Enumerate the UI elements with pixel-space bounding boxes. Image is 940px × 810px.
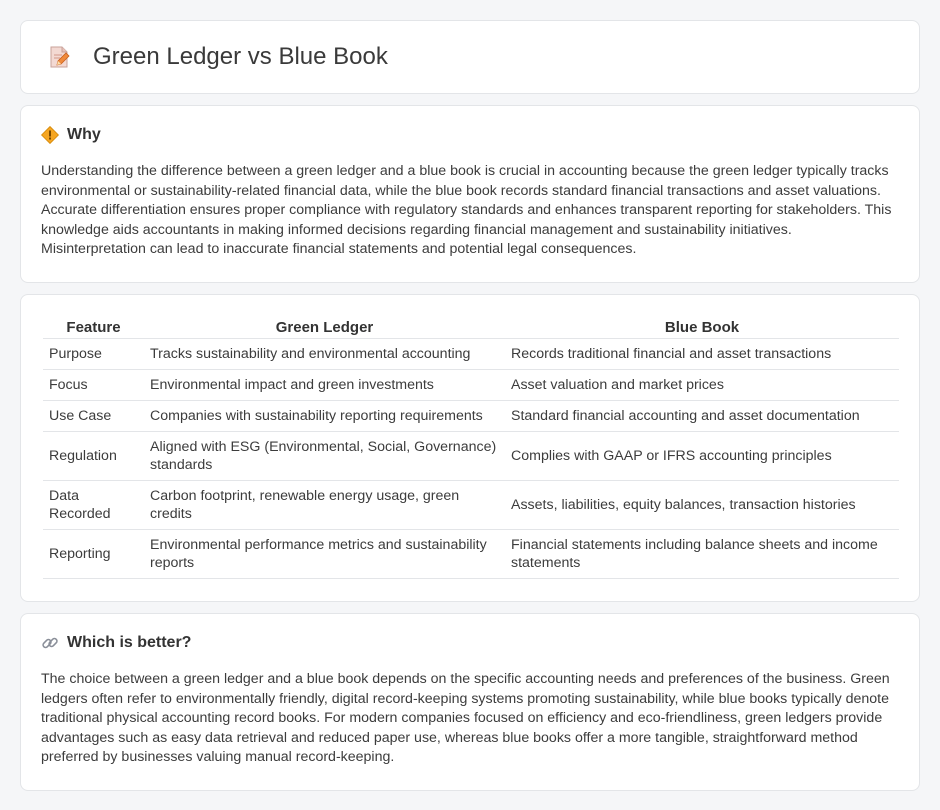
table-row: Data Recorded Carbon footprint, renewabl… (43, 480, 899, 530)
why-text: Understanding the difference between a g… (41, 163, 892, 258)
row-feature: Focus (43, 369, 144, 401)
document-pencil-icon (47, 45, 71, 69)
row-blue-book: Financial statements including balance s… (505, 529, 899, 579)
row-green-ledger: Tracks sustainability and environmental … (144, 338, 505, 370)
row-feature: Purpose (43, 338, 144, 370)
table-row: Reporting Environmental performance metr… (43, 529, 899, 579)
row-green-ledger: Carbon footprint, renewable energy usage… (144, 480, 505, 530)
row-blue-book: Complies with GAAP or IFRS accounting pr… (505, 431, 899, 481)
row-green-ledger: Companies with sustainability reporting … (144, 400, 505, 432)
row-green-ledger: Environmental impact and green investmen… (144, 369, 505, 401)
header-blue-book: Blue Book (505, 314, 899, 339)
table-row: Regulation Aligned with ESG (Environment… (43, 431, 899, 481)
link-icon (41, 634, 59, 652)
comparison-card: Feature Green Ledger Blue Book Purpose T… (20, 293, 920, 602)
row-feature: Regulation (43, 431, 144, 481)
header-feature: Feature (43, 314, 144, 339)
why-section: Why Understanding the difference between… (20, 105, 920, 283)
comparison-table: Feature Green Ledger Blue Book Purpose T… (43, 314, 899, 579)
row-blue-book: Records traditional financial and asset … (505, 338, 899, 370)
row-feature: Reporting (43, 529, 144, 579)
title-card: Green Ledger vs Blue Book (20, 20, 920, 94)
row-green-ledger: Aligned with ESG (Environmental, Social,… (144, 431, 505, 481)
header-green-ledger: Green Ledger (144, 314, 505, 339)
row-feature: Use Case (43, 400, 144, 432)
page-title: Green Ledger vs Blue Book (93, 43, 388, 70)
row-blue-book: Assets, liabilities, equity balances, tr… (505, 480, 899, 530)
better-text: The choice between a green ledger and a … (41, 670, 890, 766)
table-row: Focus Environmental impact and green inv… (43, 369, 899, 401)
row-green-ledger: Environmental performance metrics and su… (144, 529, 505, 579)
row-blue-book: Asset valuation and market prices (505, 369, 899, 401)
table-row: Use Case Companies with sustainability r… (43, 400, 899, 432)
table-row: Purpose Tracks sustainability and enviro… (43, 338, 899, 370)
better-section: Which is better? The choice between a gr… (20, 612, 920, 791)
row-feature: Data Recorded (43, 480, 144, 530)
why-heading: Why (67, 126, 101, 143)
row-blue-book: Standard financial accounting and asset … (505, 400, 899, 432)
better-heading: Which is better? (67, 633, 192, 651)
diamond-sign-icon (40, 125, 60, 145)
